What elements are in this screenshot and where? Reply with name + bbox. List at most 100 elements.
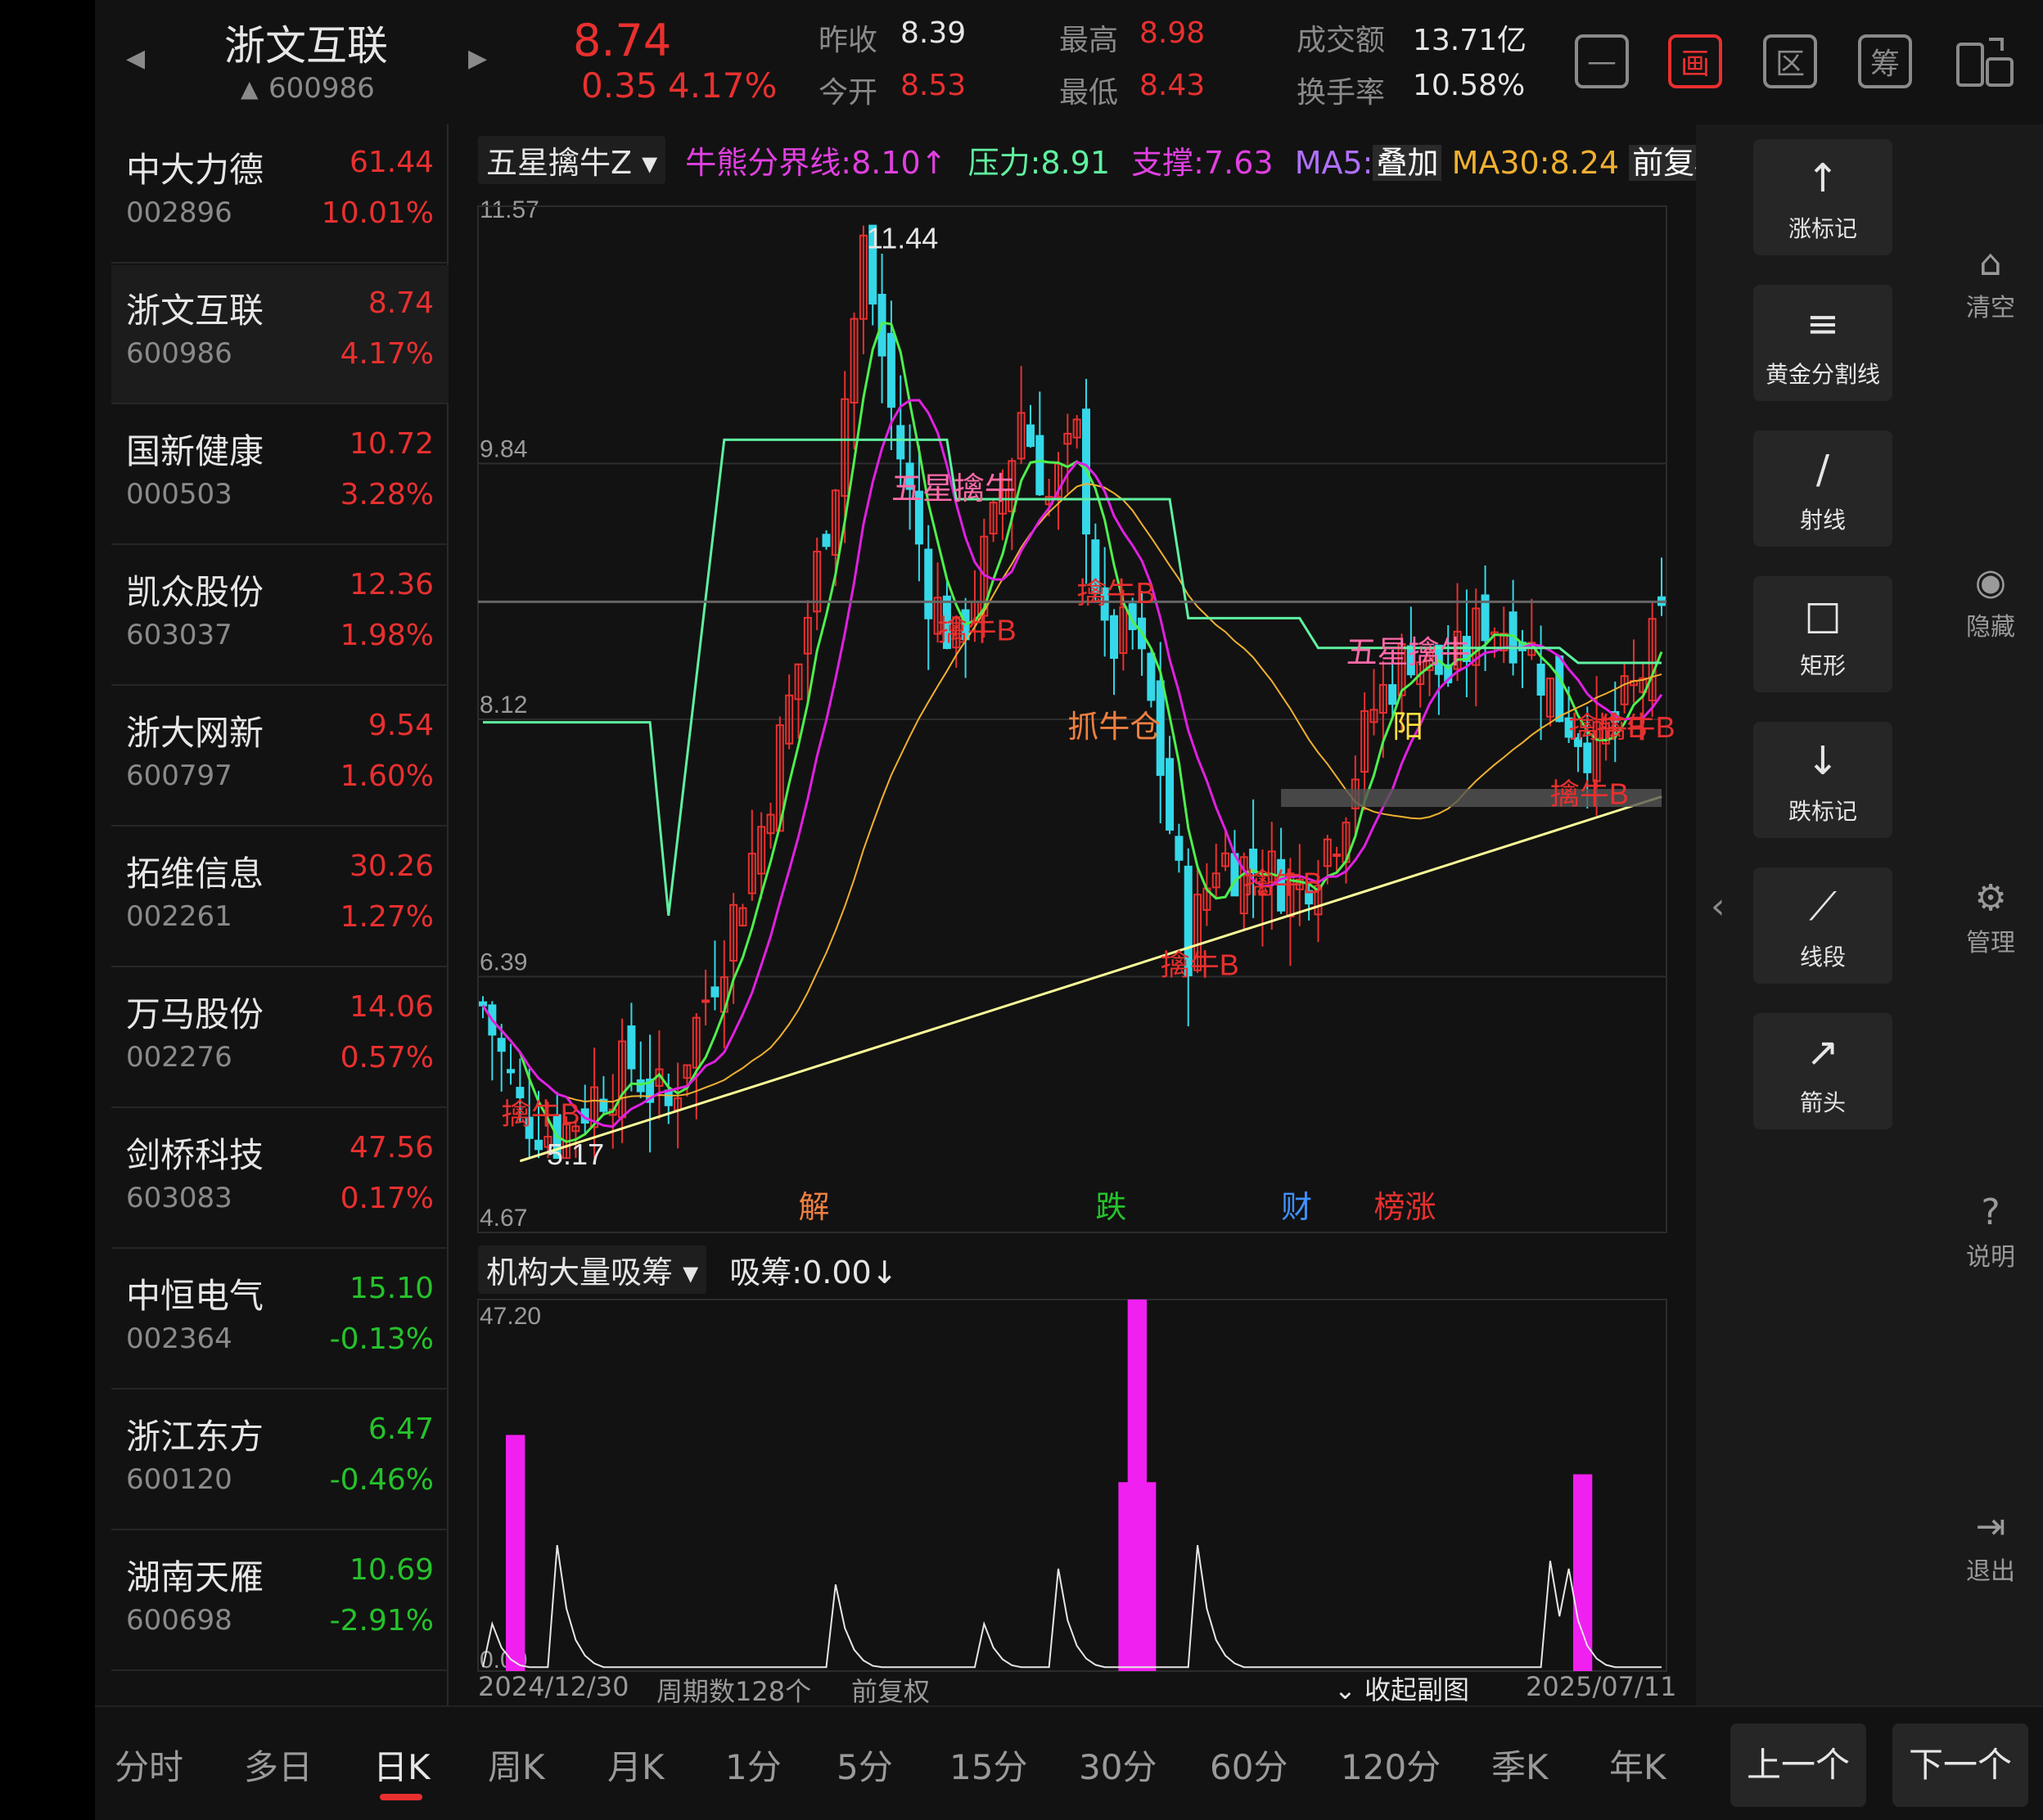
signal-label: 擒牛B [502,1097,580,1130]
boundary-line [483,438,1662,917]
signal-label: 阳 [1392,710,1423,745]
candle-body [497,1038,506,1052]
sub-indicator-legend: 机构大量吸筹 ▾ 吸筹:0.00↓ [478,1246,898,1294]
prev-stock-arrow-icon[interactable]: ◀ [126,44,145,73]
stock-list-item[interactable]: 拓维信息 002261 30.26 1.27% [111,828,449,967]
stock-item-code: 603083 [126,1182,232,1214]
high-marker-label: 11.44 [867,222,938,255]
stock-item-price: 6.47 [368,1412,434,1446]
tab-6[interactable]: 5分 [837,1740,893,1790]
side-tool-2[interactable]: ⚙ 管理 [1942,877,2040,958]
active-tab-underline [380,1794,422,1800]
volume-bar [515,1435,525,1671]
side-tool-1[interactable]: ◉ 隐藏 [1942,561,2040,642]
tool-3[interactable]: □ 矩形 [1753,576,1892,692]
next-stock-arrow-icon[interactable]: ▶ [468,44,487,73]
tool-5[interactable]: ⟋ 线段 [1753,867,1892,984]
tool-icon: / [1815,447,1830,493]
candle-body [664,1089,673,1106]
stock-item-code: 600797 [126,759,232,792]
stock-list-item[interactable]: 剑桥科技 603083 47.56 0.17% [111,1110,449,1249]
trend-line [519,795,1662,1163]
low-label: 最低 [1059,76,1119,110]
chips-button[interactable]: 筹 [1858,34,1912,88]
tool-0[interactable]: ↑ 涨标记 [1753,139,1892,255]
tab-11[interactable]: 季K [1491,1740,1549,1790]
open-label: 今开 [819,76,878,110]
stock-list-item[interactable]: 湖南天雁 600698 10.69 -2.91% [111,1532,449,1671]
side-tool-label: 隐藏 [1966,613,2015,642]
tab-5[interactable]: 1分 [725,1740,782,1790]
collapse-subchart-button[interactable]: ⌄ 收起副图 [1334,1669,1469,1707]
high-price: 8.98 [1139,16,1206,50]
range-button[interactable]: 区 [1763,34,1817,88]
stock-item-code: 600986 [126,337,232,370]
candle-body [886,332,895,408]
candle-body [1388,684,1397,705]
signal-label: 抓牛仓 [1067,710,1161,745]
tab-1[interactable]: 多日 [244,1740,313,1790]
stock-list-item[interactable]: 浙江东方 600120 6.47 -0.46% [111,1391,449,1530]
stock-item-pct: 3.28% [340,478,434,511]
volume-bar [1146,1482,1157,1671]
stock-item-code: 002364 [126,1322,232,1355]
kline-chart[interactable]: 11.579.848.126.394.6711.445.17五星擒牛五星擒牛擒牛… [449,124,1696,1705]
stock-header: ◀ 浙文互联 ▲ 600986 ▶ 8.74 0.35 4.17% 昨收 8.3… [95,0,2043,123]
side-tool-icon: ◉ [1974,561,2007,603]
tab-8[interactable]: 30分 [1079,1740,1157,1790]
tool-icon: ↗ [1806,1029,1840,1075]
event-label: 解 [799,1191,830,1225]
stock-list-item[interactable]: 浙文互联 600986 8.74 4.17% [111,265,449,404]
signal-label: 擒牛B [1161,948,1239,982]
stock-list-item[interactable]: 浙大网新 600797 9.54 1.60% [111,687,449,827]
side-tool-4[interactable]: ⇥ 退出 [1942,1506,2040,1587]
tab-7[interactable]: 15分 [949,1740,1027,1790]
stock-list-item[interactable]: 中大力德 002896 61.44 10.01% [111,124,449,264]
minimize-button[interactable]: — [1575,34,1629,88]
stock-item-code: 603037 [126,619,232,651]
candle-body [1175,836,1184,861]
stock-list-item[interactable]: 万马股份 002276 14.06 0.57% [111,969,449,1108]
stock-item-name: 浙文互联 [126,291,264,331]
tab-2[interactable]: 日K [373,1740,431,1790]
tab-9[interactable]: 60分 [1210,1740,1288,1790]
stock-item-pct: -0.13% [329,1322,434,1356]
stock-item-price: 9.54 [368,709,434,742]
y-tick-label: 6.39 [480,948,527,975]
rotate-screen-icon[interactable] [1953,33,2015,92]
stock-item-pct: 1.27% [340,900,434,934]
tab-10[interactable]: 120分 [1341,1740,1441,1790]
prev-stock-button[interactable]: 上一个 [1730,1723,1866,1807]
tool-label: 线段 [1799,944,1846,971]
next-stock-button[interactable]: 下一个 [1892,1723,2028,1807]
stock-item-code: 002276 [126,1041,232,1074]
side-tool-label: 清空 [1966,294,2015,322]
stock-list-item[interactable]: 凯众股份 603037 12.36 1.98% [111,547,449,686]
tool-4[interactable]: ↓ 跌标记 [1753,722,1892,838]
sub-indicator-selector[interactable]: 机构大量吸筹 ▾ [478,1246,707,1294]
stock-item-pct: 0.17% [340,1182,434,1215]
stock-item-price: 8.74 [368,286,434,320]
candle-body [534,1139,543,1151]
volume-bar [1127,1300,1138,1671]
candle-body [507,1069,516,1074]
tab-12[interactable]: 年K [1609,1740,1666,1790]
side-tool-0[interactable]: ⌂ 清空 [1942,242,2040,323]
collapse-panel-chevron-icon[interactable]: ‹ [1711,885,1725,927]
volume-bar [1118,1482,1129,1671]
y-tick-label: 8.12 [480,692,527,719]
tool-2[interactable]: / 射线 [1753,430,1892,547]
y-tick-label: 11.57 [480,196,539,223]
stock-item-pct: 1.60% [340,759,434,793]
tab-0[interactable]: 分时 [115,1740,183,1790]
turnover: 10.58% [1413,69,1526,102]
sub-y-tick-label: 47.20 [480,1303,541,1330]
stock-list-item[interactable]: 中恒电气 002364 15.10 -0.13% [111,1250,449,1390]
tool-6[interactable]: ↗ 箭头 [1753,1013,1892,1129]
draw-button[interactable]: 画 [1668,34,1722,88]
tab-4[interactable]: 月K [607,1740,665,1790]
side-tool-3[interactable]: ? 说明 [1942,1192,2040,1273]
stock-list-item[interactable]: 国新健康 000503 10.72 3.28% [111,406,449,545]
tab-3[interactable]: 周K [488,1740,545,1790]
tool-1[interactable]: ≡ 黄金分割线 [1753,285,1892,401]
